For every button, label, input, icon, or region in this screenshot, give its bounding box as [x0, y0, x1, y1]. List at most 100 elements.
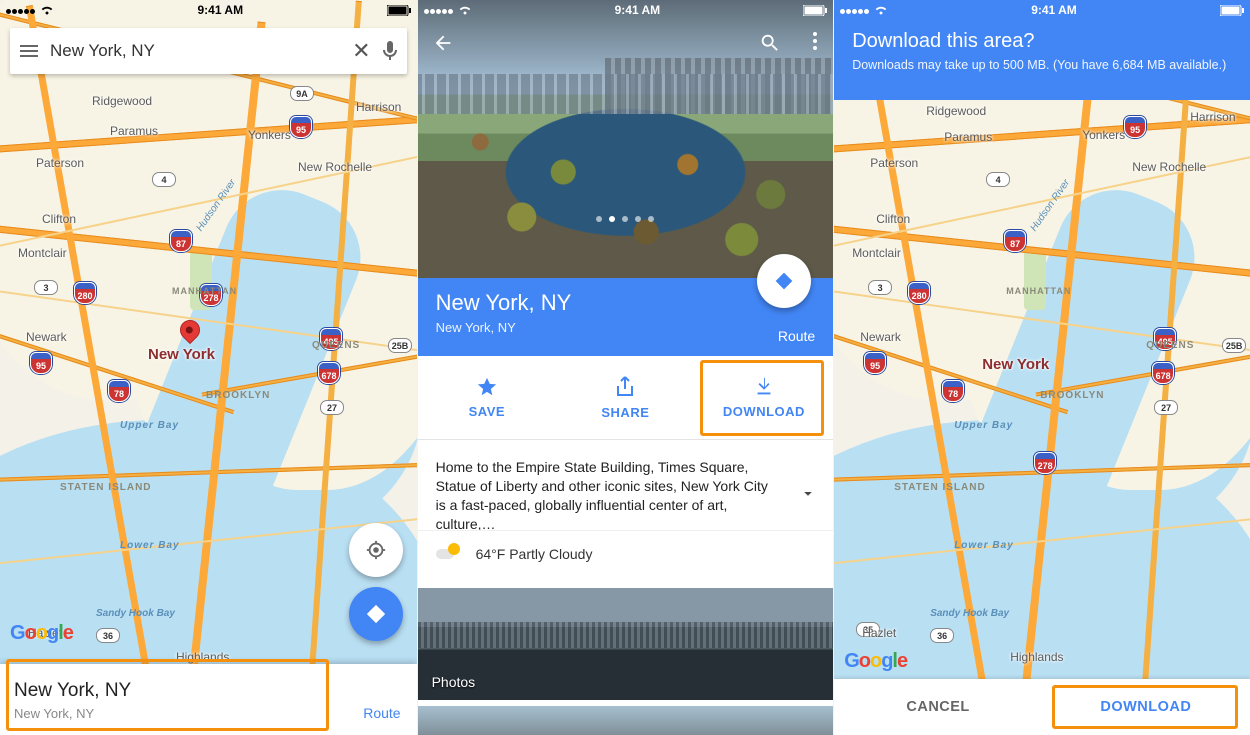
card-subtitle: New York, NY [14, 706, 403, 721]
exit-marker: 3 [34, 280, 58, 295]
back-button[interactable] [432, 32, 454, 59]
city-label: Ridgewood [926, 104, 986, 118]
exit-marker: 9A [290, 86, 314, 101]
area-label: STATEN ISLAND [60, 482, 152, 493]
photos-section-peek[interactable] [418, 706, 834, 735]
city-label: Montclair [18, 246, 67, 260]
area-label: BROOKLYN [1040, 390, 1104, 401]
city-label: New Rochelle [298, 160, 372, 174]
area-label: MANHATTAN [1006, 286, 1071, 296]
area-label: BROOKLYN [206, 390, 270, 401]
status-bar: 9:41 AM [834, 0, 1250, 20]
place-subtitle: New York, NY [436, 320, 816, 335]
search-icon[interactable] [759, 32, 781, 59]
place-title: New York, NY [436, 290, 816, 316]
route-link[interactable]: Route [778, 328, 815, 344]
exit-marker: 25B [1222, 338, 1246, 353]
hook-label: Sandy Hook Bay [930, 608, 1009, 619]
city-label: Newark [860, 330, 901, 344]
battery-icon [387, 5, 411, 16]
place-result-card[interactable]: New York, NY New York, NY Route [0, 664, 417, 735]
shield-i87: 87 [1004, 230, 1026, 252]
weather-icon [436, 545, 458, 563]
card-title: New York, NY [14, 680, 403, 702]
cancel-button[interactable]: CANCEL [834, 679, 1042, 735]
hook-label: Sandy Hook Bay [96, 608, 175, 619]
shield-i280: 280 [908, 282, 930, 304]
chevron-down-icon [799, 484, 817, 507]
bay-label: Upper Bay [120, 420, 179, 431]
microphone-icon[interactable] [383, 41, 397, 61]
city-label: Highlands [1010, 650, 1063, 664]
exit-marker: 4 [986, 172, 1010, 187]
battery-icon [1220, 5, 1244, 16]
search-input[interactable]: New York, NY [50, 41, 340, 61]
shield-i95: 95 [1124, 116, 1146, 138]
bay-label: Upper Bay [954, 420, 1013, 431]
download-button[interactable]: DOWNLOAD [695, 356, 834, 439]
area-label: QUEENS [1146, 340, 1194, 351]
status-bar: 9:41 AM [0, 0, 417, 20]
exit-marker: 36 [930, 628, 954, 643]
photo-pager [418, 216, 834, 222]
signal-dots-icon [6, 3, 36, 17]
google-logo: Google [10, 622, 73, 645]
city-label: Harrison [1190, 110, 1235, 124]
city-label: Paramus [944, 130, 992, 144]
shield-i95: 95 [864, 352, 886, 374]
city-label: Newark [26, 330, 67, 344]
my-location-button[interactable] [349, 523, 403, 577]
bay-label: Lower Bay [120, 540, 180, 551]
clear-icon[interactable]: ✕ [352, 38, 370, 64]
menu-icon[interactable] [20, 45, 38, 57]
photos-section[interactable]: Photos [418, 588, 834, 700]
area-label: MANHATTAN [172, 286, 237, 296]
signal-dots-icon [424, 3, 454, 17]
signal-dots-icon [840, 3, 870, 17]
city-label: Paterson [36, 156, 84, 170]
map-canvas[interactable]: 95 95 78 87 280 278 495 678 3 4 25B 27 3… [834, 0, 1250, 735]
status-time: 9:41 AM [615, 3, 661, 17]
download-icon [753, 376, 775, 398]
battery-icon [803, 5, 827, 16]
more-icon[interactable] [813, 32, 817, 50]
download-button[interactable]: DOWNLOAD [1042, 679, 1250, 735]
city-label: Yonkers [248, 128, 291, 142]
action-row: SAVE SHARE DOWNLOAD [418, 356, 834, 440]
big-label: New York [982, 356, 1049, 373]
exit-marker: 27 [1154, 400, 1178, 415]
exit-marker: 27 [320, 400, 344, 415]
screenshot-2-place-details: 9:41 AM New York, NY New York, NY Route … [417, 0, 834, 735]
route-link[interactable]: Route [363, 705, 400, 721]
city-label: Paterson [870, 156, 918, 170]
city-label: Ridgewood [92, 94, 152, 108]
exit-marker: 25B [388, 338, 412, 353]
exit-marker: 4 [152, 172, 176, 187]
google-logo: Google [844, 650, 907, 673]
wifi-icon [40, 5, 54, 15]
download-subtitle: Downloads may take up to 500 MB. (You ha… [852, 57, 1232, 73]
shield-i95: 95 [30, 352, 52, 374]
shield-i678: 678 [1152, 362, 1174, 384]
photos-label: Photos [432, 674, 476, 690]
directions-fab[interactable] [349, 587, 403, 641]
download-footer: CANCEL DOWNLOAD [834, 679, 1250, 735]
search-bar[interactable]: New York, NY ✕ [10, 28, 407, 74]
share-icon [615, 375, 635, 399]
weather-row[interactable]: 64°F Partly Cloudy [418, 530, 834, 577]
directions-fab[interactable] [757, 254, 811, 308]
shield-i278: 278 [1034, 452, 1056, 474]
share-label: SHARE [601, 405, 649, 420]
city-label: Montclair [852, 246, 901, 260]
shield-i78: 78 [108, 380, 130, 402]
wifi-icon [458, 5, 472, 15]
area-label: QUEENS [312, 340, 360, 351]
download-title: Download this area? [852, 30, 1232, 53]
exit-marker: 36 [96, 628, 120, 643]
share-button[interactable]: SHARE [556, 356, 695, 439]
description-text: Home to the Empire State Building, Times… [436, 459, 768, 532]
save-button[interactable]: SAVE [418, 356, 557, 439]
exit-marker: 3 [868, 280, 892, 295]
bay-label: Lower Bay [954, 540, 1014, 551]
shield-i78: 78 [942, 380, 964, 402]
